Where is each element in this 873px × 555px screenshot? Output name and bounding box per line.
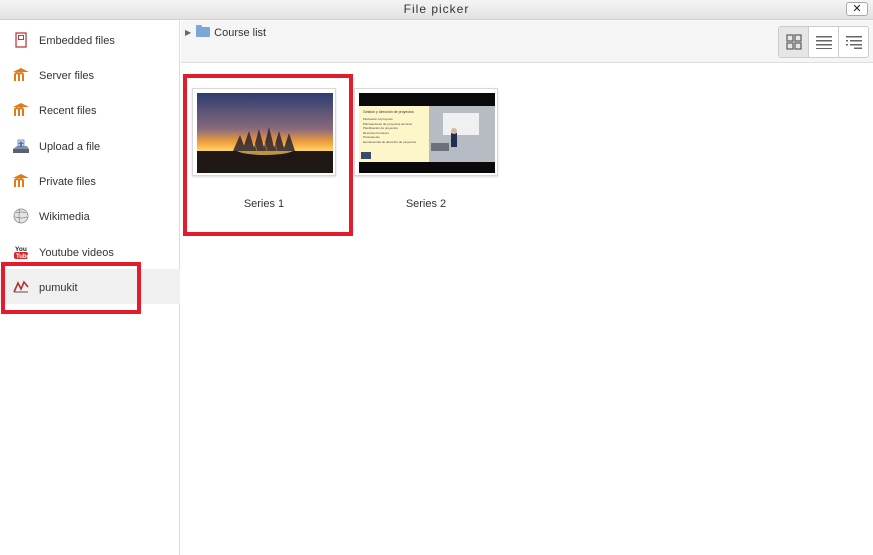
sidebar-item-recent-files[interactable]: Recent files: [0, 92, 180, 127]
slide-bullets: Motivación al proyecto Planteamiento de …: [363, 117, 425, 144]
wikimedia-icon: [13, 208, 29, 224]
window-titlebar: File picker ✕: [0, 0, 873, 20]
svg-text:You: You: [15, 246, 27, 253]
slide-bullet: Herramientas de dirección de proyectos: [363, 139, 417, 144]
tree-view-button[interactable]: [839, 27, 868, 57]
grid-icon: [785, 34, 802, 50]
svg-text:Tube: Tube: [16, 254, 30, 260]
tree-icon: [845, 36, 862, 49]
pumukit-highlight: [1, 262, 141, 314]
upload-icon: [13, 139, 29, 153]
series-1-highlight: [183, 74, 353, 236]
list-icon: [815, 36, 832, 49]
sidebar-item-label: Youtube videos: [39, 247, 114, 259]
sidebar-item-label: Private files: [39, 176, 96, 188]
sidebar-item-label: Server files: [39, 70, 95, 82]
window-title: File picker: [403, 2, 470, 16]
sidebar-item-private-files[interactable]: Private files: [0, 163, 180, 198]
icons-view-button[interactable]: [779, 27, 809, 57]
list-view-button[interactable]: [809, 27, 839, 57]
slide-heading: Gestión y dirección de proyectos: [363, 110, 414, 114]
sidebar-item-upload-a-file[interactable]: Upload a file: [0, 128, 180, 163]
sidebar-item-wikimedia[interactable]: Wikimedia: [0, 198, 180, 233]
youtube-icon: You Tube: [14, 246, 30, 260]
breadcrumb-label: Course list: [214, 27, 267, 39]
file-label-series-2[interactable]: Series 2: [354, 198, 498, 210]
toolbar: ▶ Course list: [181, 21, 873, 63]
sidebar-item-server-files[interactable]: Server files: [0, 57, 180, 92]
view-switcher: [778, 26, 869, 58]
moodle-icon: [13, 68, 29, 81]
breadcrumb[interactable]: ▶ Course list: [185, 25, 267, 39]
moodle-icon: [13, 103, 29, 116]
sidebar-item-label: Embedded files: [39, 35, 115, 47]
close-button[interactable]: ✕: [846, 2, 868, 16]
folder-icon: [196, 25, 211, 37]
moodle-icon: [13, 174, 29, 187]
expand-arrow-icon: ▶: [185, 28, 192, 37]
embedded-files-icon: [15, 32, 27, 48]
sidebar-item-label: Upload a file: [39, 141, 101, 153]
sidebar-item-embedded-files[interactable]: Embedded files: [0, 22, 180, 57]
sidebar-item-label: Wikimedia: [39, 211, 90, 223]
file-thumbnail-series-2[interactable]: Gestión y dirección de proyectos Motivac…: [354, 88, 498, 176]
sidebar-item-label: Recent files: [39, 105, 97, 117]
